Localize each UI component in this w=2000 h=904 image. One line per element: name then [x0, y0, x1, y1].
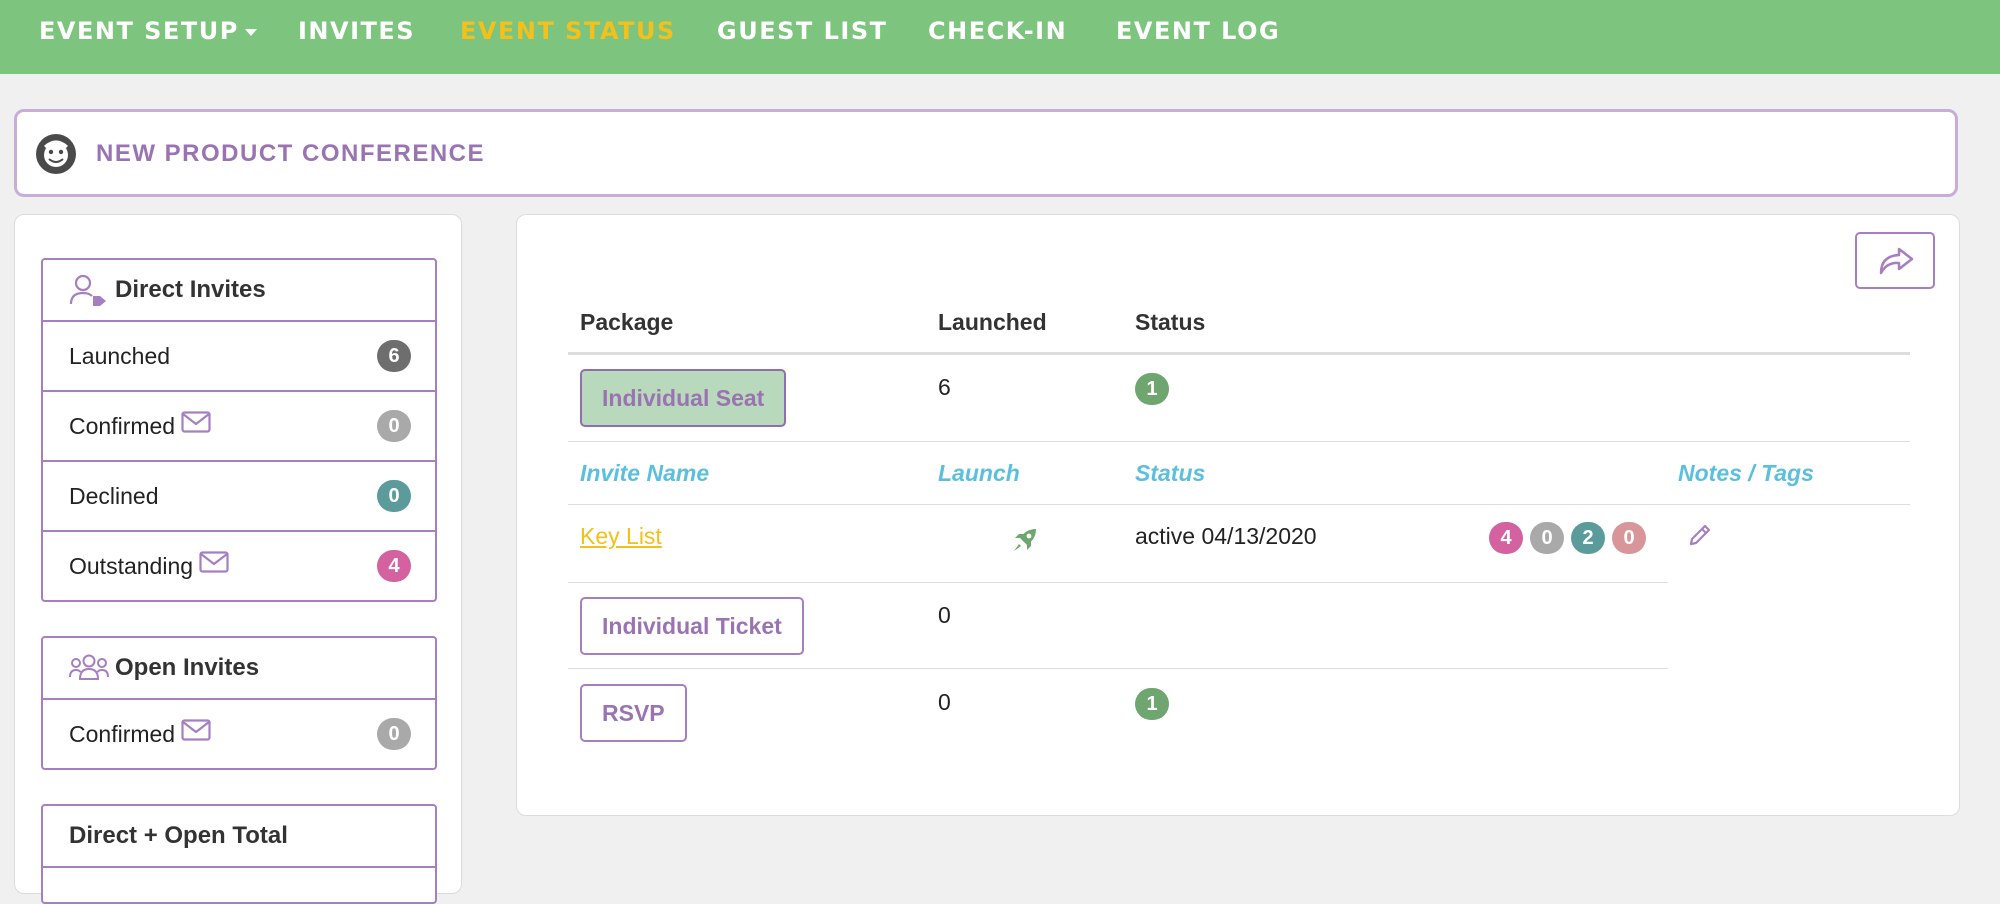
- direct-confirmed-text: Confirmed: [69, 392, 211, 460]
- chevron-down-icon: [244, 28, 257, 36]
- header-package: Package: [580, 309, 674, 335]
- share-icon: [1879, 247, 1914, 275]
- open-confirmed-badge: 0: [377, 718, 411, 750]
- package-individual-ticket-button[interactable]: Individual Ticket: [580, 597, 804, 655]
- envelope-icon[interactable]: [199, 531, 229, 599]
- direct-outstanding-text: Outstanding: [69, 532, 229, 600]
- direct-declined-label: Declined: [69, 483, 159, 509]
- row-divider: [568, 668, 1668, 669]
- direct-confirmed-badge: 0: [377, 410, 411, 442]
- open-invites-card: Open Invites Confirmed 0: [41, 636, 437, 770]
- nav-guest-list[interactable]: GUEST LIST: [717, 14, 887, 48]
- open-confirmed-label: Confirmed: [69, 721, 176, 747]
- event-title: NEW PRODUCT CONFERENCE: [96, 140, 486, 167]
- direct-declined-badge: 0: [377, 480, 411, 512]
- open-invites-title: Open Invites: [115, 654, 260, 681]
- nav-event-log[interactable]: EVENT LOG: [1116, 14, 1280, 48]
- total-title: Direct + Open Total: [69, 822, 288, 849]
- individual-seat-launched: 6: [938, 374, 951, 400]
- users-icon: [69, 652, 109, 689]
- package-rsvp-button[interactable]: RSVP: [580, 684, 687, 742]
- nav-check-in[interactable]: CHECK-IN: [928, 14, 1067, 48]
- header-divider: [568, 352, 1910, 355]
- row-divider: [568, 441, 1910, 442]
- rsvp-launched: 0: [938, 689, 951, 715]
- envelope-icon[interactable]: [181, 699, 211, 767]
- subheader-launch: Launch: [938, 460, 1020, 486]
- total-card: Direct + Open Total: [41, 804, 437, 904]
- direct-launched-badge: 6: [377, 340, 411, 372]
- summary-panel: Direct Invites Launched 6 Confirmed 0 De…: [14, 214, 462, 904]
- direct-invites-header: Direct Invites: [43, 260, 435, 322]
- direct-invites-card: Direct Invites Launched 6 Confirmed 0 De…: [41, 258, 437, 602]
- invite-count-badge: 0: [1612, 522, 1646, 554]
- individual-ticket-launched: 0: [938, 602, 951, 628]
- direct-launched-label: Launched: [69, 343, 171, 369]
- direct-outstanding-row[interactable]: Outstanding 4: [43, 532, 435, 600]
- individual-seat-status-badge: 1: [1135, 373, 1169, 405]
- nav-event-status[interactable]: EVENT STATUS: [460, 14, 676, 48]
- invite-count-badge: 0: [1530, 522, 1564, 554]
- nav-invites[interactable]: INVITES: [298, 14, 415, 48]
- direct-invites-title: Direct Invites: [115, 276, 266, 303]
- row-divider: [568, 504, 1910, 505]
- direct-outstanding-badge: 4: [377, 550, 411, 582]
- direct-declined-row[interactable]: Declined 0: [43, 462, 435, 532]
- invite-key-list-link[interactable]: Key List: [580, 521, 662, 551]
- share-button[interactable]: [1855, 232, 1935, 289]
- total-header: Direct + Open Total: [43, 806, 435, 868]
- invite-status-text: active 04/13/2020: [1135, 523, 1317, 549]
- subheader-status: Status: [1135, 460, 1206, 486]
- direct-confirmed-label: Confirmed: [69, 413, 176, 439]
- rocket-icon[interactable]: [1011, 526, 1039, 561]
- status-panel: Package Launched Status Individual Seat …: [516, 214, 1960, 816]
- envelope-icon[interactable]: [181, 391, 211, 459]
- pencil-icon[interactable]: [1687, 522, 1713, 555]
- open-invites-header: Open Invites: [43, 638, 435, 700]
- subheader-notes-tags: Notes / Tags: [1678, 460, 1814, 486]
- direct-outstanding-label: Outstanding: [69, 553, 194, 579]
- event-logo-icon: [36, 134, 76, 174]
- user-tag-icon: [69, 274, 109, 311]
- top-nav: EVENT SETUP INVITES EVENT STATUS GUEST L…: [0, 0, 2000, 74]
- nav-event-setup-label: EVENT SETUP: [39, 17, 239, 45]
- invite-count-badge: 2: [1571, 522, 1605, 554]
- subheader-invite-name: Invite Name: [580, 460, 710, 486]
- row-divider: [568, 582, 1668, 583]
- open-confirmed-row[interactable]: Confirmed 0: [43, 700, 435, 768]
- nav-event-setup[interactable]: EVENT SETUP: [39, 14, 257, 48]
- direct-confirmed-row[interactable]: Confirmed 0: [43, 392, 435, 462]
- open-confirmed-text: Confirmed: [69, 700, 211, 768]
- invite-count-badge: 4: [1489, 522, 1523, 554]
- event-header: NEW PRODUCT CONFERENCE: [14, 109, 1958, 197]
- header-launched: Launched: [938, 309, 1047, 335]
- package-individual-seat-button[interactable]: Individual Seat: [580, 369, 787, 427]
- rsvp-status-badge: 1: [1135, 688, 1169, 720]
- direct-launched-row[interactable]: Launched 6: [43, 322, 435, 392]
- header-status: Status: [1135, 309, 1206, 335]
